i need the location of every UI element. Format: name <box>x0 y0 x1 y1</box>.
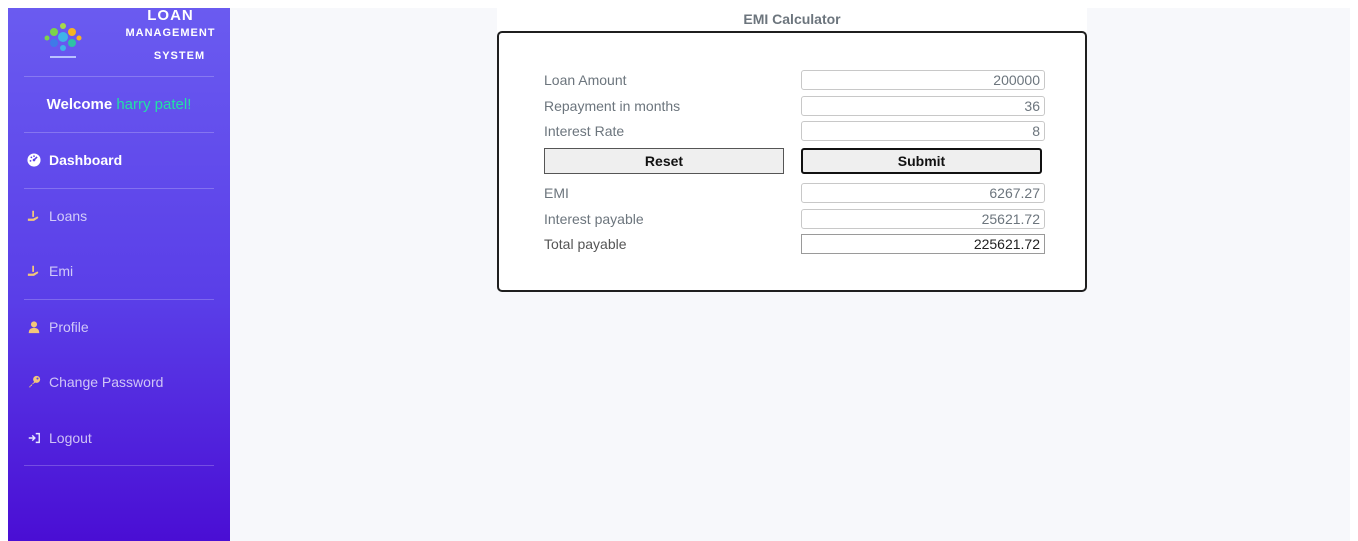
divider <box>24 76 214 77</box>
sidebar-item-label: Emi <box>49 263 74 279</box>
sidebar-item-loans[interactable]: Loans <box>26 204 216 228</box>
sidebar-item-logout[interactable]: Logout <box>26 426 216 450</box>
divider <box>24 465 214 466</box>
loan-amount-label: Loan Amount <box>544 72 627 88</box>
brand-title: LOAN MANAGEMENT SYSTEM <box>118 8 223 65</box>
sidebar-item-label: Loans <box>49 208 88 224</box>
hand-money-icon <box>26 263 42 279</box>
welcome-message: Welcome harry patel! <box>8 96 230 113</box>
repayment-months-label: Repayment in months <box>544 98 681 114</box>
logout-icon <box>26 430 42 446</box>
emi-output[interactable]: 6267.27 <box>801 183 1045 203</box>
sidebar-item-change-password[interactable]: Change Password <box>26 370 216 394</box>
welcome-username: harry patel! <box>116 96 192 113</box>
divider <box>24 299 214 300</box>
emi-calculator-card: Loan Amount 200000 Repayment in months 3… <box>497 31 1087 292</box>
page-title: EMI Calculator <box>497 8 1087 32</box>
reset-button[interactable]: Reset <box>544 148 784 174</box>
interest-payable-output[interactable]: 25621.72 <box>801 209 1045 229</box>
welcome-prefix: Welcome <box>46 96 117 113</box>
divider <box>24 188 214 189</box>
sidebar-item-label: Change Password <box>49 374 164 390</box>
sidebar-item-label: Dashboard <box>49 152 123 168</box>
sidebar-item-profile[interactable]: Profile <box>26 315 216 339</box>
total-payable-output[interactable]: 225621.72 <box>801 234 1045 254</box>
sidebar: LOAN MANAGEMENT SYSTEM Welcome harry pat… <box>8 8 230 541</box>
interest-rate-label: Interest Rate <box>544 123 625 139</box>
key-icon <box>26 374 42 390</box>
interest-payable-label: Interest payable <box>544 211 644 227</box>
app-root: LOAN MANAGEMENT SYSTEM Welcome harry pat… <box>8 8 1350 541</box>
hand-money-icon <box>26 208 42 224</box>
loan-amount-input[interactable]: 200000 <box>801 70 1045 90</box>
puzzle-logo-icon <box>38 18 88 64</box>
sidebar-item-label: Logout <box>49 430 92 446</box>
repayment-months-input[interactable]: 36 <box>801 96 1045 116</box>
interest-rate-input[interactable]: 8 <box>801 121 1045 141</box>
brand-line-2: MANAGEMENT <box>125 27 216 39</box>
sidebar-item-label: Profile <box>49 319 89 335</box>
sidebar-item-dashboard[interactable]: Dashboard <box>26 148 216 172</box>
brand-line-1: LOAN <box>147 7 194 24</box>
user-icon <box>26 319 42 335</box>
brand[interactable]: LOAN MANAGEMENT SYSTEM <box>8 8 230 76</box>
emi-label: EMI <box>544 185 569 201</box>
brand-line-3: SYSTEM <box>153 50 206 62</box>
divider <box>24 132 214 133</box>
submit-button[interactable]: Submit <box>801 148 1042 174</box>
total-payable-label: Total payable <box>544 236 627 252</box>
sidebar-item-emi[interactable]: Emi <box>26 259 216 283</box>
dashboard-icon <box>26 152 42 168</box>
